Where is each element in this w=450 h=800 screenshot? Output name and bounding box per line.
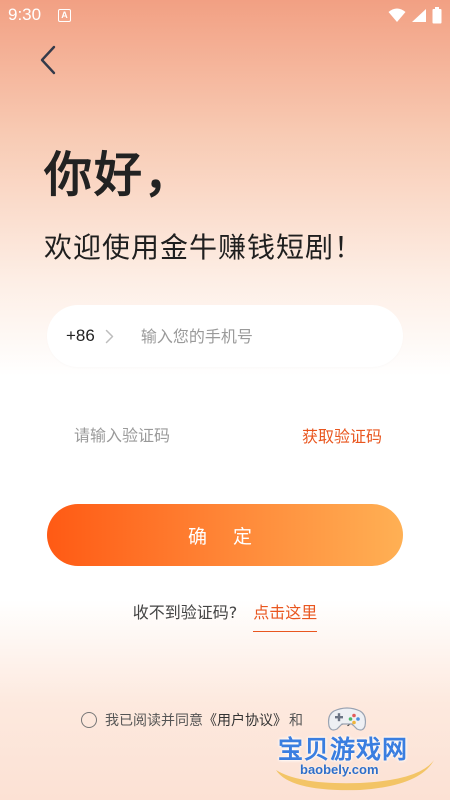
click-here-link[interactable]: 点击这里 <box>253 599 318 632</box>
battery-icon <box>432 7 442 24</box>
agreement-prefix: 我已阅读并同意 <box>105 713 203 729</box>
country-code-chevron[interactable] <box>105 328 117 344</box>
signal-icon <box>412 9 426 22</box>
wifi-icon <box>388 8 406 22</box>
status-bar: 9:30 A <box>0 0 450 32</box>
confirm-button[interactable]: 确 定 <box>47 504 403 566</box>
get-code-button[interactable]: 获取验证码 <box>302 423 382 447</box>
status-time: 9:30 <box>8 5 42 24</box>
verification-code-input[interactable] <box>72 424 266 446</box>
verification-code-field: 获取验证码 <box>47 404 403 466</box>
watermark-url: baobely.com <box>300 762 379 777</box>
phone-input[interactable] <box>138 325 363 347</box>
watermark-title: 宝贝游戏网 <box>278 735 409 764</box>
chevron-right-icon <box>105 329 114 343</box>
agreement-checkbox[interactable] <box>81 712 97 728</box>
welcome-subtitle: 欢迎使用金牛赚钱短剧！ <box>44 231 364 264</box>
status-icons <box>388 7 442 24</box>
back-button[interactable] <box>30 40 66 80</box>
phone-field: +86 <box>47 305 403 367</box>
gamepad-icon <box>327 707 367 731</box>
notification-a-icon: A <box>58 9 71 22</box>
greeting-title: 你好， <box>44 147 195 203</box>
no-code-text: 收不到验证码? <box>132 602 238 622</box>
no-code-row: 收不到验证码? 点击这里 <box>0 589 450 632</box>
country-code-selector[interactable]: +86 <box>66 326 95 346</box>
site-watermark: 宝贝游戏网 baobely.com <box>270 700 440 792</box>
chevron-left-icon <box>40 45 56 75</box>
